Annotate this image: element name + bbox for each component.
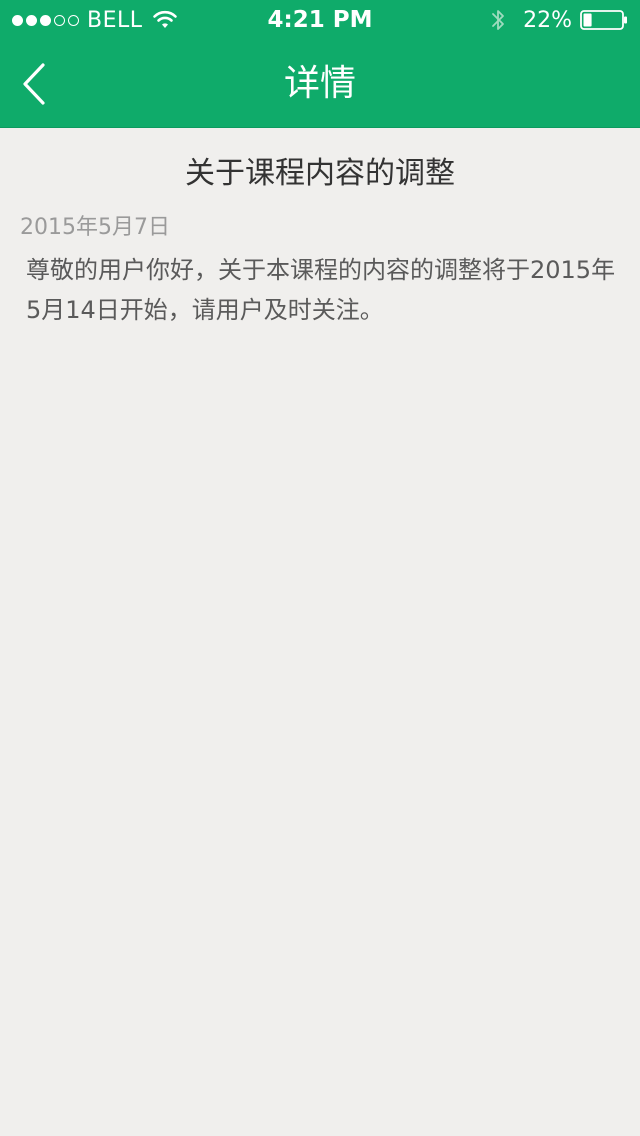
status-right: 22% [491,0,628,40]
status-bar: BELL 4:21 PM 22% [0,0,640,40]
article-title: 关于课程内容的调整 [185,156,455,191]
article-content: 关于课程内容的调整 2015年5月7日 尊敬的用户你好，关于本课程的内容的调整将… [0,128,640,1136]
page-title: 详情 [283,63,356,104]
battery-fill [583,13,592,27]
battery-icon [580,10,627,30]
navigation-bar: 详情 [0,40,640,128]
article-date: 2015年5月7日 [20,215,170,240]
bluetooth-icon [492,10,504,30]
battery-percent: 22% [523,7,572,33]
article-body: 尊敬的用户你好，关于本课程的内容的调整将于2015年5月14日开始，请用户及时关… [26,256,616,324]
